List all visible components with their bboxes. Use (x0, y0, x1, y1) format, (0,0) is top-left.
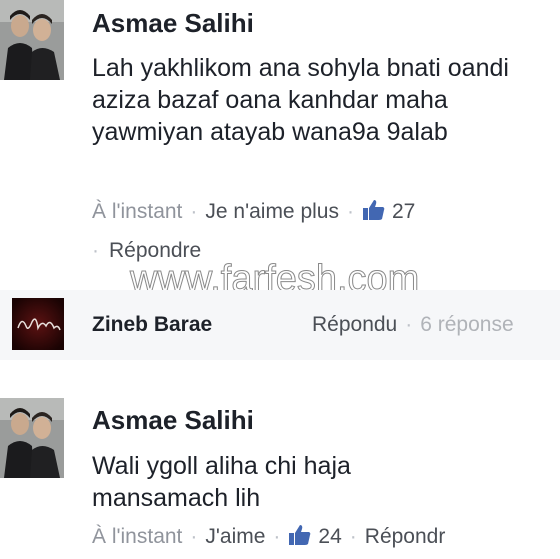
comment-author-name-2[interactable]: Asmae Salihi (92, 405, 254, 436)
bullet-separator: · (92, 239, 99, 262)
like-count[interactable]: 27 (392, 200, 415, 223)
comment-meta-row: À l'instant · Je n'aime plus · 27 (92, 199, 415, 227)
reply-status: Répondu (312, 313, 398, 336)
comment-text-2: Wali ygoll aliha chi haja mansamach lih (92, 452, 351, 512)
comment-timestamp[interactable]: À l'instant (92, 200, 182, 223)
reply-author-name[interactable]: Zineb Barae (92, 313, 212, 337)
unlike-link[interactable]: Je n'aime plus (205, 200, 339, 223)
like-link[interactable]: J'aime (205, 525, 265, 548)
comment-text: Lah yakhlikom ana sohyla bnati oandi azi… (92, 54, 509, 146)
like-count-2[interactable]: 24 (318, 525, 341, 548)
replies-count-link[interactable]: 6 réponse (420, 313, 513, 336)
thumbs-up-icon (288, 524, 312, 552)
avatar-zineb[interactable] (12, 298, 64, 350)
comment-author-name[interactable]: Asmae Salihi (92, 8, 254, 39)
reply-status-row: Répondu · 6 réponse (312, 313, 514, 336)
thumbs-up-icon (362, 199, 386, 227)
avatar-asmae-2[interactable] (0, 398, 64, 478)
comment-meta-row-2: À l'instant · J'aime · 24 · Répondr (92, 524, 445, 552)
reply-link-2[interactable]: Répondr (365, 525, 446, 548)
comment-timestamp-2[interactable]: À l'instant (92, 525, 182, 548)
avatar-asmae[interactable] (0, 0, 64, 80)
